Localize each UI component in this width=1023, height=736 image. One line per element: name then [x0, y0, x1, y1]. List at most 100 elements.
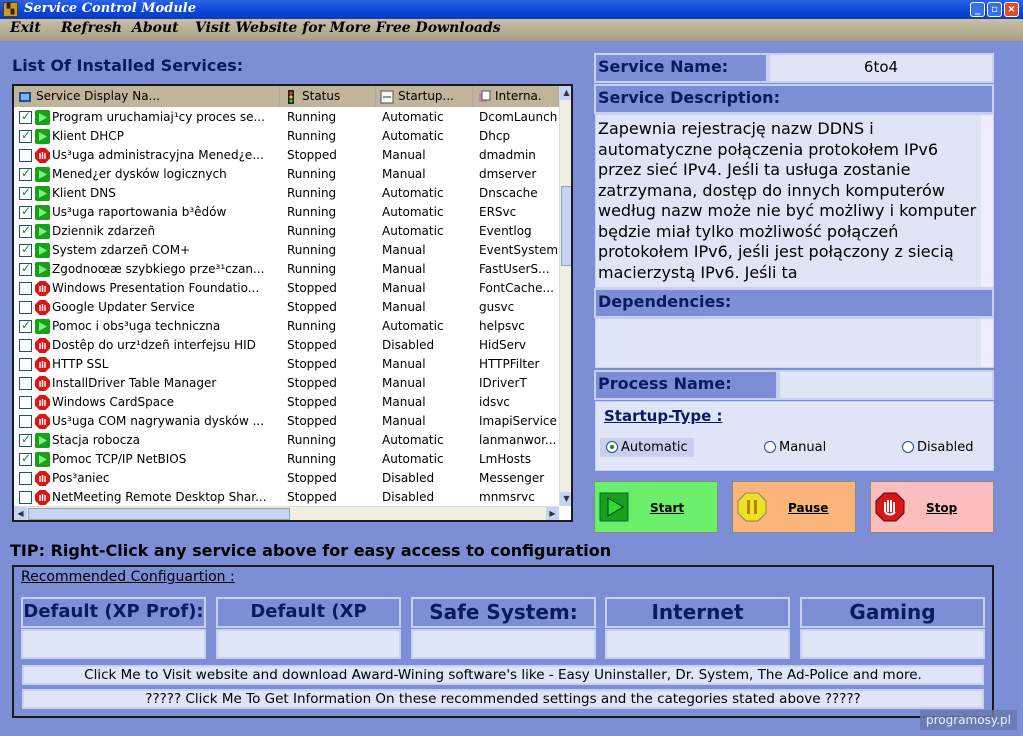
visit-website-link[interactable]: Click Me to Visit website and download A…: [22, 665, 984, 685]
row-internal-name: dmserver: [479, 167, 537, 181]
row-checkbox[interactable]: [19, 451, 32, 466]
table-row[interactable]: NetMeeting Remote Desktop Shar... Stopped…: [14, 488, 559, 507]
row-checkbox[interactable]: [19, 242, 32, 257]
row-checkbox[interactable]: [19, 318, 32, 333]
row-checkbox[interactable]: [19, 432, 32, 447]
category-safe-system[interactable]: Safe System:: [411, 597, 596, 628]
close-button[interactable]: ×: [1004, 2, 1019, 17]
table-row[interactable]: System zdarzeñ COM+ Running Manual EventSys…: [14, 241, 559, 260]
scroll-left-arrow-icon[interactable]: ◀: [14, 507, 27, 520]
column-internal[interactable]: Interna.: [473, 86, 559, 107]
table-row[interactable]: Mened¿er dysków logicznych Running Manual d…: [14, 165, 559, 184]
table-row[interactable]: Us³uga administracyjna Mened¿e... Stopped…: [14, 146, 559, 165]
scroll-down-arrow-icon[interactable]: ▼: [560, 492, 571, 506]
list-horizontal-scrollbar[interactable]: ◀ ▶: [14, 506, 559, 520]
row-checkbox[interactable]: [19, 358, 32, 371]
category-value-default-xp-prof[interactable]: [21, 629, 206, 659]
row-internal-name: helpsvc: [479, 319, 525, 333]
category-value-gaming[interactable]: [800, 629, 985, 659]
startup-type-label: Startup-Type :: [604, 407, 723, 425]
row-internal-name: mnmsrvc: [479, 490, 535, 504]
list-header: Service Display Na... Status Startup... …: [14, 86, 559, 107]
category-value-safe-system[interactable]: [411, 629, 596, 659]
category-internet[interactable]: Internet: [605, 597, 790, 628]
row-checkbox[interactable]: [19, 166, 32, 181]
info-link[interactable]: ????? Click Me To Get Information On the…: [22, 689, 984, 709]
stop-button[interactable]: Stop: [870, 481, 994, 533]
row-display-name: Stacja robocza: [52, 433, 140, 447]
startup-radio-automatic[interactable]: Automatic: [600, 438, 694, 457]
service-description-body: Zapewnia rejestrację nazw DDNS i automat…: [598, 119, 977, 282]
column-display-name[interactable]: Service Display Na...: [14, 86, 280, 107]
row-checkbox[interactable]: [19, 491, 32, 504]
row-checkbox[interactable]: [19, 204, 32, 219]
menu-exit[interactable]: Exit: [10, 20, 41, 36]
row-startup: Manual: [382, 395, 426, 409]
table-row[interactable]: HTTP SSL Stopped Manual HTTPFilter: [14, 355, 559, 374]
table-row[interactable]: Pomoc TCP/IP NetBIOS Running Automatic LmHo…: [14, 450, 559, 469]
table-row[interactable]: Dziennik zdarzeñ Running Automatic Eventlog: [14, 222, 559, 241]
list-horizontal-scroll-thumb[interactable]: [28, 508, 290, 520]
row-checkbox[interactable]: [19, 109, 32, 124]
service-description-label: Service Description:: [594, 84, 994, 114]
row-checkbox[interactable]: [19, 149, 32, 162]
start-button[interactable]: Start: [594, 481, 718, 533]
tip-text: TIP: Right-Click any service above for e…: [10, 541, 612, 560]
row-checkbox[interactable]: [19, 128, 32, 143]
stopped-hand-icon: [35, 471, 50, 486]
table-row[interactable]: Windows CardSpace Stopped Manual idsvc: [14, 393, 559, 412]
scroll-up-arrow-icon[interactable]: ▲: [560, 86, 571, 100]
menu-refresh[interactable]: Refresh: [61, 20, 122, 36]
row-status: Stopped: [287, 338, 337, 352]
table-row[interactable]: Program uruchamiaj¹cy proces se... Runnin…: [14, 108, 559, 127]
row-checkbox[interactable]: [19, 261, 32, 276]
table-row[interactable]: InstallDriver Table Manager Stopped Manual…: [14, 374, 559, 393]
startup-radio-disabled[interactable]: Disabled: [896, 438, 979, 457]
row-checkbox[interactable]: [19, 223, 32, 238]
row-checkbox[interactable]: [19, 339, 32, 352]
row-checkbox[interactable]: [19, 185, 32, 200]
dependencies-scrollbar[interactable]: [981, 319, 993, 367]
row-startup: Automatic: [382, 205, 444, 219]
category-gaming[interactable]: Gaming: [800, 597, 985, 628]
scroll-right-arrow-icon[interactable]: ▶: [546, 507, 559, 520]
row-checkbox[interactable]: [19, 396, 32, 409]
stopped-hand-icon: [35, 376, 50, 391]
category-value-internet[interactable]: [605, 629, 790, 659]
row-checkbox[interactable]: [19, 472, 32, 485]
startup-radio-manual[interactable]: Manual: [758, 438, 832, 457]
table-row[interactable]: Us³uga COM nagrywania dysków ... Stopped M…: [14, 412, 559, 431]
table-row[interactable]: Zgodnoœæ szybkiego prze³¹czan... Running M…: [14, 260, 559, 279]
services-list[interactable]: Service Display Na... Status Startup... …: [12, 84, 573, 522]
column-status[interactable]: Status: [280, 86, 376, 107]
menu-about[interactable]: About: [132, 20, 179, 36]
row-checkbox[interactable]: [19, 282, 32, 295]
maximize-button[interactable]: ▫: [987, 2, 1002, 17]
column-startup[interactable]: Startup...: [376, 86, 473, 107]
category-default-xp-prof[interactable]: Default (XP Prof):: [21, 597, 206, 628]
category-value-default-xp-home[interactable]: [216, 629, 401, 659]
list-vertical-scrollbar[interactable]: ▲ ▼: [559, 86, 571, 506]
table-row[interactable]: Windows Presentation Foundatio... Stopped…: [14, 279, 559, 298]
row-checkbox[interactable]: [19, 415, 32, 428]
row-checkbox[interactable]: [19, 301, 32, 314]
row-internal-name: ImapiService: [479, 414, 557, 428]
table-row[interactable]: Us³uga raportowania b³êdów Running Automat…: [14, 203, 559, 222]
table-row[interactable]: Pomoc i obs³uga techniczna Running Automat…: [14, 317, 559, 336]
service-name-value: 6to4: [768, 53, 994, 83]
table-row[interactable]: Pos³aniec Stopped Disabled Messenger: [14, 469, 559, 488]
row-checkbox[interactable]: [19, 377, 32, 390]
table-row[interactable]: Klient DHCP Running Automatic Dhcp: [14, 127, 559, 146]
table-row[interactable]: Klient DNS Running Automatic Dnscache: [14, 184, 559, 203]
row-startup: Automatic: [382, 433, 444, 447]
category-default-xp-home[interactable]: Default (XP: [216, 597, 401, 628]
menu-visit-website[interactable]: Visit Website for More Free Downloads: [195, 20, 501, 36]
table-row[interactable]: Dostêp do urz¹dzeñ interfejsu HID Stopped…: [14, 336, 559, 355]
table-row[interactable]: Google Updater Service Stopped Manual gusvc: [14, 298, 559, 317]
minimize-button[interactable]: _: [970, 2, 985, 17]
pause-button[interactable]: Pause: [732, 481, 856, 533]
description-scrollbar[interactable]: [981, 115, 993, 287]
list-vertical-scroll-thumb[interactable]: [561, 186, 571, 266]
table-row[interactable]: Stacja robocza Running Automatic lanmanwor.…: [14, 431, 559, 450]
title-bar: ▚ Service Control Module _ ▫ ×: [0, 0, 1023, 19]
